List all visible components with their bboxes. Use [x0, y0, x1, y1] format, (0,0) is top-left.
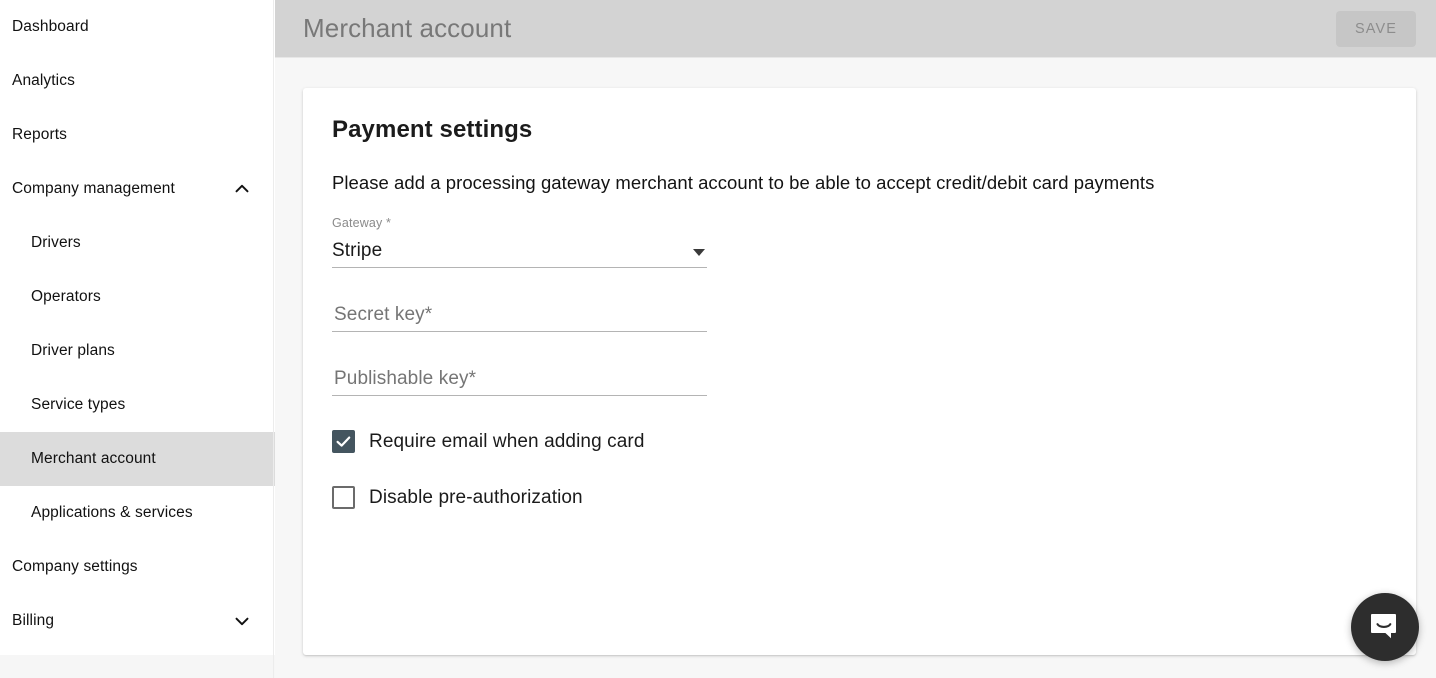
- chat-launcher-button[interactable]: [1351, 593, 1419, 661]
- checkbox-checked-icon[interactable]: [332, 430, 355, 453]
- sidebar-item-label: Dashboard: [12, 18, 89, 35]
- disable-pre-authorization-label: Disable pre-authorization: [369, 486, 583, 508]
- require-email-when-adding-card-label: Require email when adding card: [369, 430, 645, 452]
- sidebar-item-analytics[interactable]: Analytics: [0, 54, 275, 108]
- sidebar-item-label: Company management: [12, 180, 175, 197]
- sidebar-item-label: Billing: [12, 612, 55, 629]
- chevron-down-icon[interactable]: [231, 610, 253, 632]
- card-title: Payment settings: [332, 116, 533, 143]
- require-email-when-adding-card-checkbox-row[interactable]: Require email when adding card: [332, 430, 1386, 453]
- sidebar-item-label: Drivers: [31, 234, 81, 251]
- sidebar-item-label: Merchant account: [31, 450, 156, 467]
- sidebar-item-label: Operators: [31, 288, 101, 305]
- gateway-label: Gateway *: [332, 216, 392, 230]
- page-title: Merchant account: [303, 13, 512, 43]
- chevron-up-icon[interactable]: [231, 178, 253, 200]
- sidebar-item-service-types[interactable]: Service types: [0, 378, 275, 432]
- sidebar-item-company-settings[interactable]: Company settings: [0, 540, 275, 594]
- sidebar-item-operators[interactable]: Operators: [0, 270, 275, 324]
- sidebar-item-label: Service types: [31, 396, 126, 413]
- sidebar-item-company-management[interactable]: Company management: [0, 162, 275, 216]
- secret-key-field: [332, 292, 707, 332]
- secret-key-control[interactable]: [332, 292, 707, 332]
- payment-fields: Gateway * Stripe: [332, 216, 1386, 396]
- sidebar-item-driver-plans[interactable]: Driver plans: [0, 324, 275, 378]
- secret-key-input[interactable]: [332, 301, 707, 331]
- save-button[interactable]: SAVE: [1336, 10, 1416, 47]
- publishable-key-field: [332, 356, 707, 396]
- sidebar-item-drivers[interactable]: Drivers: [0, 216, 275, 270]
- sidebar-item-label: Analytics: [12, 72, 75, 89]
- publishable-key-input[interactable]: [332, 365, 707, 395]
- sidebar-bottom-band: [0, 655, 275, 678]
- publishable-key-control[interactable]: [332, 356, 707, 396]
- payment-settings-card: Payment settings Please add a processing…: [303, 88, 1416, 655]
- sidebar-item-reports[interactable]: Reports: [0, 108, 275, 162]
- topbar-underline: [275, 57, 1436, 58]
- disable-pre-authorization-checkbox-row[interactable]: Disable pre-authorization: [332, 486, 1386, 509]
- payment-checkboxes: Require email when adding card Disable pr…: [332, 430, 1386, 509]
- sidebar-item-label: Driver plans: [31, 342, 115, 359]
- app-root: Dashboard Analytics Reports Company managem…: [0, 0, 1436, 678]
- card-subtitle: Please add a processing gateway merchant…: [332, 172, 1155, 193]
- main-content: Merchant account SAVE Payment settings P…: [275, 0, 1436, 678]
- gateway-control[interactable]: Stripe: [332, 234, 707, 268]
- sidebar-item-billing[interactable]: Billing: [0, 594, 275, 648]
- sidebar-item-label: Company settings: [12, 558, 138, 575]
- sidebar-item-merchant-account[interactable]: Merchant account: [0, 432, 275, 486]
- sidebar-item-applications-services[interactable]: Applications & services: [0, 486, 275, 540]
- checkbox-unchecked-icon[interactable]: [332, 486, 355, 509]
- sidebar-divider: [273, 0, 274, 678]
- sidebar-item-label: Reports: [12, 126, 67, 143]
- topbar: Merchant account SAVE: [275, 0, 1436, 57]
- sidebar-item-label: Applications & services: [31, 504, 193, 521]
- dropdown-arrow-icon[interactable]: [693, 249, 705, 256]
- gateway-field: Gateway * Stripe: [332, 216, 707, 268]
- sidebar-item-dashboard[interactable]: Dashboard: [0, 0, 275, 54]
- sidebar-nav-list: Dashboard Analytics Reports Company managem…: [0, 0, 275, 648]
- sidebar: Dashboard Analytics Reports Company managem…: [0, 0, 275, 678]
- chat-bubble-smile-icon: [1368, 610, 1402, 644]
- gateway-selected-value: Stripe: [332, 240, 383, 261]
- sidebar-scrollbar-track[interactable]: [266, 0, 273, 678]
